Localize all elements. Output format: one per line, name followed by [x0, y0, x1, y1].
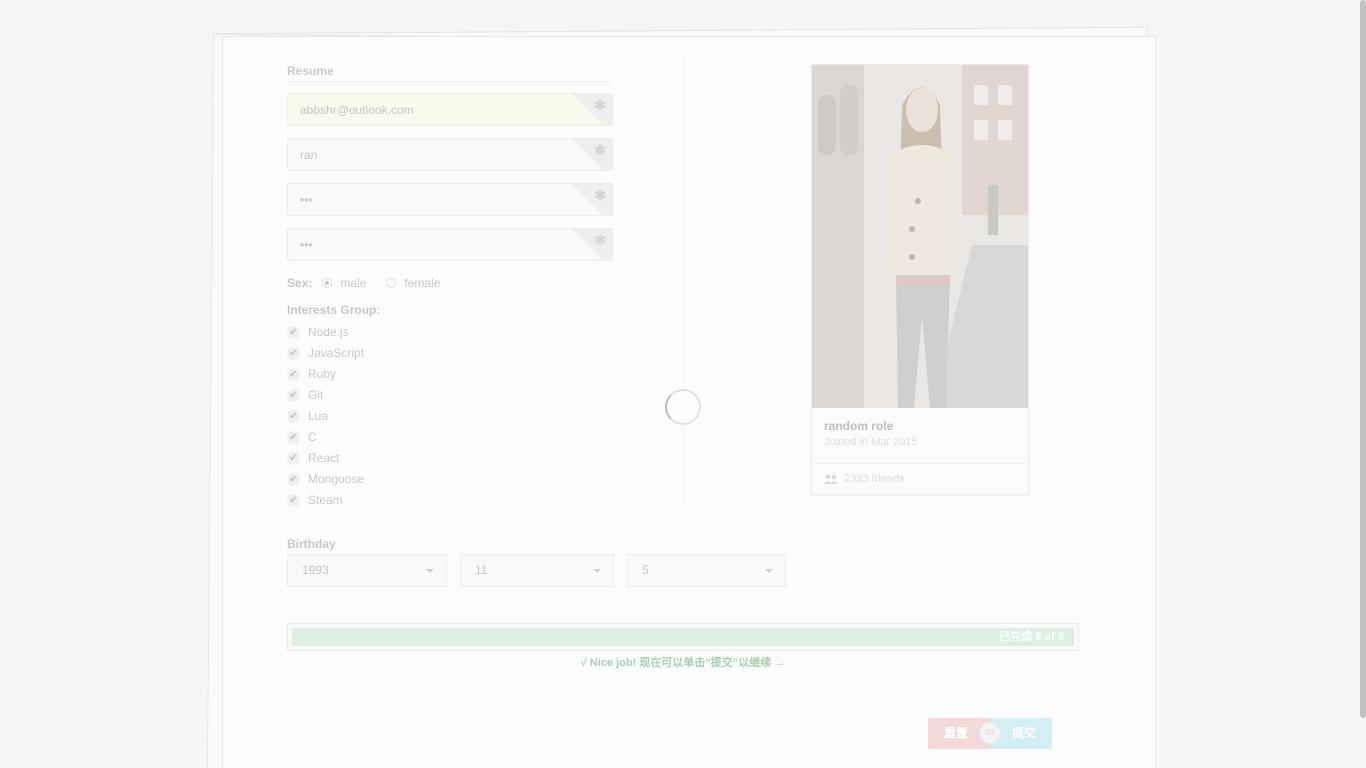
column-divider	[683, 56, 684, 504]
profile-joined: Joined in Mar 2015	[824, 436, 918, 448]
interest-item[interactable]: ✔ Steam	[287, 493, 343, 507]
interest-item[interactable]: ✔ Node.js	[287, 325, 349, 339]
checkmark-icon[interactable]: ✔	[287, 493, 300, 507]
progress-message: √ Nice job! 现在可以单击“提交”以继续 →	[580, 657, 786, 669]
users-icon	[824, 474, 838, 484]
required-asterisk-icon: ✱	[594, 187, 606, 203]
interest-label: Node.js	[308, 325, 349, 339]
email-input[interactable]	[288, 94, 612, 125]
profile-photo	[812, 65, 1028, 408]
page-scrollbar[interactable]	[1360, 0, 1366, 718]
password-confirm-field[interactable]: ✱	[287, 228, 613, 261]
password-input[interactable]	[288, 184, 612, 215]
password-confirm-input[interactable]	[288, 229, 612, 260]
interest-item[interactable]: ✔ C	[287, 430, 317, 444]
birthday-day-select[interactable]: 5	[627, 554, 786, 587]
interest-item[interactable]: ✔ Mongoose	[287, 472, 364, 486]
radio-female-label[interactable]: female	[404, 276, 440, 290]
interest-label: Lua	[308, 409, 329, 423]
progress-text: 已完成 8 of 8	[999, 631, 1064, 643]
profile-divider	[812, 463, 1028, 464]
interests-title: Interests Group:	[287, 303, 381, 317]
interest-label: React	[308, 451, 340, 465]
checkmark-icon[interactable]: ✔	[287, 451, 300, 465]
profile-name[interactable]: random role	[824, 419, 893, 433]
sex-group: Sex: male female	[287, 276, 460, 290]
title-divider	[287, 81, 612, 82]
year-value: 1993	[302, 563, 329, 577]
chevron-down-icon	[593, 569, 601, 573]
birthday-year-select[interactable]: 1993	[287, 554, 447, 587]
interest-label: Mongoose	[308, 472, 365, 486]
checkmark-icon[interactable]: ✔	[287, 367, 300, 381]
required-corner	[572, 139, 612, 170]
required-asterisk-icon: ✱	[594, 97, 606, 113]
interest-label: C	[308, 430, 317, 444]
friends-count: 2333 friends	[844, 473, 905, 485]
radio-female[interactable]	[386, 278, 397, 288]
birthday-month-select[interactable]: 11	[460, 554, 614, 587]
checkmark-icon[interactable]: ✔	[287, 325, 300, 339]
or-badge: or	[979, 722, 1001, 744]
required-corner	[572, 94, 612, 125]
form-title: Resume	[287, 64, 334, 78]
interest-label: Git	[308, 388, 324, 402]
required-asterisk-icon: ✱	[594, 232, 606, 248]
checkmark-icon[interactable]: ✔	[287, 430, 300, 444]
interest-item[interactable]: ✔ React	[287, 451, 339, 465]
interest-item[interactable]: ✔ JavaScript	[287, 346, 364, 360]
progress-fill: 已完成 8 of 8	[292, 628, 1074, 646]
interest-label: Steam	[308, 493, 343, 507]
birthday-title: Birthday	[287, 537, 336, 551]
interest-label: JavaScript	[308, 346, 365, 360]
profile-photo-illustration	[812, 65, 1028, 408]
sex-label: Sex:	[287, 276, 313, 290]
password-field[interactable]: ✱	[287, 183, 613, 216]
progress-bar: 已完成 8 of 8	[287, 623, 1079, 651]
interest-item[interactable]: ✔ Git	[287, 388, 323, 402]
checkmark-icon[interactable]: ✔	[287, 388, 300, 402]
required-asterisk-icon: ✱	[594, 142, 606, 158]
email-field[interactable]: ✱	[287, 93, 613, 126]
checkmark-icon[interactable]: ✔	[287, 346, 300, 360]
chevron-down-icon	[426, 569, 434, 573]
username-field[interactable]: ✱	[287, 138, 613, 171]
required-corner	[572, 184, 612, 215]
interest-label: Ruby	[308, 367, 337, 381]
profile-card[interactable]: random role Joined in Mar 2015 2333 frie…	[811, 64, 1029, 495]
profile-friends[interactable]: 2333 friends	[824, 473, 905, 485]
chevron-down-icon	[765, 569, 773, 573]
day-value: 5	[642, 563, 649, 577]
checkmark-icon[interactable]: ✔	[287, 409, 300, 423]
interest-item[interactable]: ✔ Lua	[287, 409, 328, 423]
required-corner	[572, 229, 612, 260]
checkmark-icon[interactable]: ✔	[287, 472, 300, 486]
username-input[interactable]	[288, 139, 612, 170]
month-value: 11	[475, 563, 488, 577]
interest-item[interactable]: ✔ Ruby	[287, 367, 336, 381]
radio-male-label[interactable]: male	[340, 276, 366, 290]
radio-male[interactable]	[322, 278, 333, 288]
loading-spinner-icon	[665, 389, 701, 425]
